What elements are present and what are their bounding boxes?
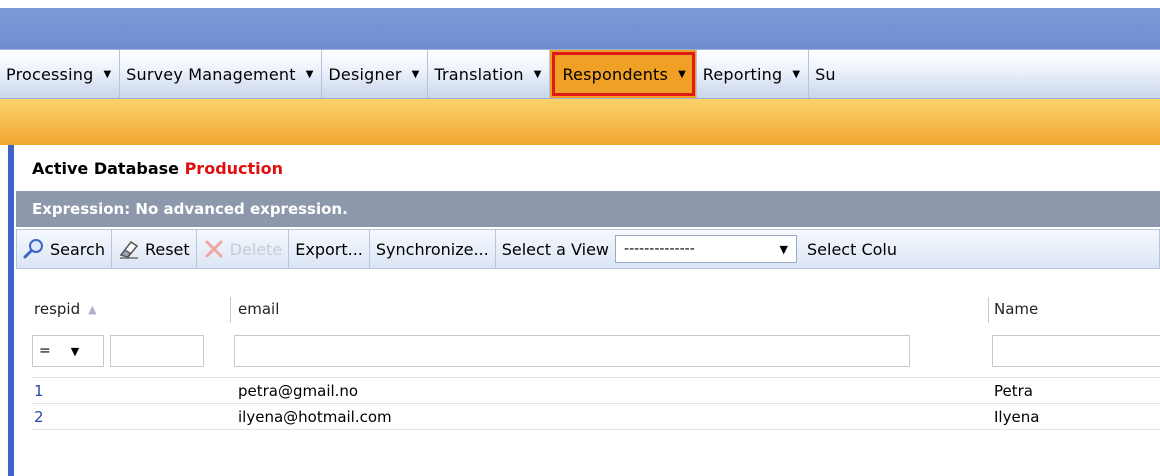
column-header-respid-label: respid: [34, 300, 81, 318]
menu-respondents[interactable]: Respondents ▼: [550, 50, 697, 98]
menu-translation-label: Translation: [434, 64, 524, 84]
chevron-down-icon: ▼: [779, 242, 789, 256]
menu-survey-management-label: Survey Management: [126, 64, 296, 84]
active-database-value: Production: [184, 159, 284, 178]
menu-respondents-label: Respondents: [562, 64, 669, 84]
column-header-respid[interactable]: respid ▲: [32, 291, 230, 327]
column-header-name-label: Name: [994, 300, 1039, 318]
chevron-down-icon: ▼: [411, 68, 420, 80]
menu-su[interactable]: Su: [809, 50, 844, 98]
expression-text: Expression: No advanced expression.: [32, 200, 348, 218]
grid-toolbar: Search Reset Delete Export... Synchroniz…: [16, 229, 1160, 269]
filter-row: = ▼: [32, 333, 1160, 369]
search-icon: [23, 238, 45, 260]
sort-ascending-icon: ▲: [88, 302, 97, 316]
delete-icon: [203, 238, 225, 260]
menu-designer[interactable]: Designer ▼: [322, 50, 429, 98]
main-menu: Processing ▼ Survey Management ▼ Designe…: [0, 49, 1160, 99]
menu-reporting[interactable]: Reporting ▼: [697, 50, 810, 98]
filter-operator-value: =: [39, 343, 51, 359]
select-view-label: Select a View: [501, 239, 610, 259]
export-button-label: Export...: [295, 239, 363, 259]
view-select[interactable]: -------------- ▼: [615, 235, 798, 263]
menu-su-label: Su: [815, 64, 836, 84]
select-columns-button[interactable]: Select Colu: [797, 230, 903, 268]
synchronize-button-label: Synchronize...: [375, 239, 489, 259]
top-strip: [0, 0, 1160, 8]
chevron-down-icon: ▼: [792, 68, 801, 80]
active-database: Active Database Production: [32, 159, 283, 178]
reset-button[interactable]: Reset: [112, 230, 197, 268]
table-row[interactable]: 2 ilyena@hotmail.com Ilyena: [32, 403, 1160, 430]
column-header-email-label: email: [238, 300, 280, 318]
search-button-label: Search: [50, 239, 105, 259]
column-divider: [230, 297, 231, 323]
menu-processing-label: Processing: [6, 64, 94, 84]
column-header-name[interactable]: Name: [992, 291, 1154, 327]
submenu-band: [0, 99, 1160, 145]
select-columns-label: Select Colu: [807, 239, 898, 259]
grid-header: respid ▲ email Name: [32, 291, 1160, 327]
menu-reporting-label: Reporting: [702, 64, 783, 84]
respid-filter-input[interactable]: [110, 335, 204, 367]
email-cell: petra@gmail.no: [238, 381, 359, 400]
eraser-icon: [118, 238, 140, 260]
chevron-down-icon: ▼: [305, 68, 314, 80]
respondents-panel: Active Database Production Expression: N…: [14, 145, 1160, 476]
filter-operator-select[interactable]: = ▼: [32, 335, 104, 367]
chevron-down-icon: ▼: [103, 68, 112, 80]
delete-button-label: Delete: [229, 239, 283, 259]
respid-cell: 2: [34, 407, 44, 426]
column-divider: [988, 297, 989, 323]
chevron-down-icon: ▼: [70, 344, 80, 358]
expression-bar: Expression: No advanced expression.: [16, 191, 1160, 227]
chevron-down-icon: ▼: [533, 68, 542, 80]
chevron-down-icon: ▼: [678, 68, 686, 80]
search-button[interactable]: Search: [17, 230, 112, 268]
active-database-label: Active Database: [32, 159, 179, 178]
menu-survey-management[interactable]: Survey Management ▼: [120, 50, 323, 98]
email-cell: ilyena@hotmail.com: [238, 407, 392, 426]
header-band: [0, 8, 1160, 49]
export-button[interactable]: Export...: [289, 230, 370, 268]
respid-cell: 1: [34, 381, 44, 400]
menu-designer-label: Designer: [328, 64, 402, 84]
email-filter-input[interactable]: [234, 335, 910, 367]
delete-button[interactable]: Delete: [197, 230, 290, 268]
table-row[interactable]: 1 petra@gmail.no Petra: [32, 377, 1160, 403]
name-cell: Ilyena: [994, 407, 1040, 426]
column-header-email[interactable]: email: [236, 291, 988, 327]
menu-translation[interactable]: Translation ▼: [428, 50, 551, 98]
name-cell: Petra: [994, 381, 1033, 400]
reset-button-label: Reset: [144, 239, 190, 259]
view-select-value: --------------: [624, 241, 695, 257]
synchronize-button[interactable]: Synchronize...: [370, 230, 496, 268]
menu-processing[interactable]: Processing ▼: [0, 50, 121, 98]
name-filter-input[interactable]: [992, 335, 1160, 367]
